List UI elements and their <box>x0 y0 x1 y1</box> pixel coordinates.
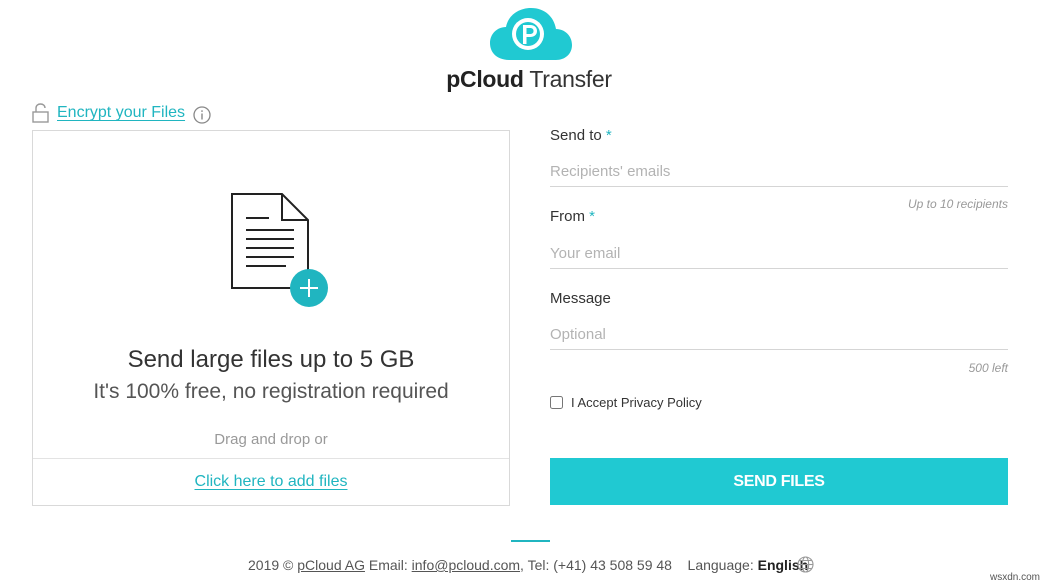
unlock-icon <box>32 103 49 123</box>
add-files-link[interactable]: Click here to add files <box>195 473 348 490</box>
privacy-policy-label[interactable]: I Accept Privacy Policy <box>571 395 702 410</box>
footer-accent-line <box>511 540 550 542</box>
privacy-policy-checkbox[interactable] <box>550 396 563 409</box>
from-label: From * <box>550 208 595 225</box>
email-label: Email: <box>368 557 408 573</box>
add-files-area: Click here to add files <box>32 473 510 491</box>
copyright: 2019 © <box>248 557 294 573</box>
phone-text: , Tel: (+41) 43 508 59 48 <box>520 557 672 573</box>
required-marker: * <box>605 127 612 144</box>
dropzone-title: Send large files up to 5 GB <box>127 346 415 373</box>
encrypt-files-link[interactable]: Encrypt your Files <box>57 104 185 122</box>
document-add-icon[interactable] <box>229 192 331 310</box>
brand-name: pCloud <box>446 66 524 92</box>
footer: 2019 © pCloud AG Email: info@pcloud.com,… <box>248 557 808 573</box>
email-link[interactable]: info@pcloud.com <box>412 557 520 573</box>
send-files-button[interactable]: SEND FILES <box>550 458 1008 505</box>
file-dropzone[interactable] <box>32 130 510 506</box>
globe-icon[interactable] <box>797 556 814 573</box>
required-marker: * <box>589 208 596 225</box>
send-to-label: Send to * <box>550 127 612 144</box>
from-email-input[interactable] <box>550 238 1008 269</box>
info-icon[interactable] <box>193 106 211 124</box>
drag-drop-hint: Drag and drop or <box>214 431 328 448</box>
brand-product: Transfer <box>523 66 612 92</box>
from-label-text: From <box>550 208 585 225</box>
watermark: wsxdn.com <box>990 572 1041 583</box>
dropzone-divider <box>33 458 509 459</box>
message-label: Message <box>550 290 611 307</box>
language-label: Language: <box>687 557 754 573</box>
recipients-email-input[interactable] <box>550 156 1008 187</box>
brand-title: pCloud Transfer <box>0 66 1058 93</box>
dropzone-subtitle: It's 100% free, no registration required <box>93 380 449 403</box>
recipients-limit-hint: Up to 10 recipients <box>907 197 1008 211</box>
company-link[interactable]: pCloud AG <box>297 557 365 573</box>
message-input[interactable] <box>550 319 1008 350</box>
send-to-label-text: Send to <box>550 127 602 144</box>
message-chars-left: 500 left <box>968 361 1008 375</box>
pcloud-logo-icon <box>490 8 572 60</box>
